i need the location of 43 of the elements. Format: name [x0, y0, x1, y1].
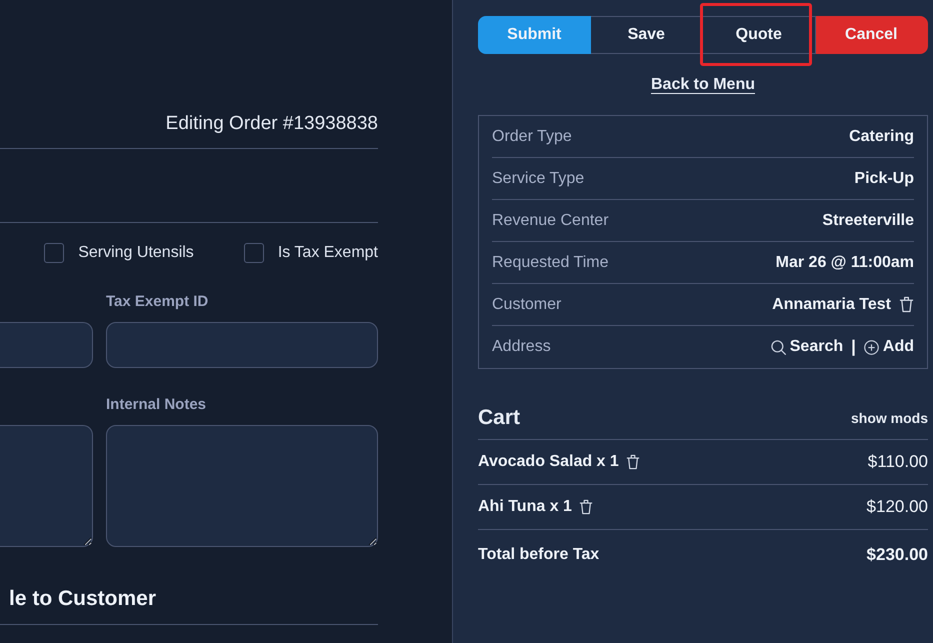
show-mods-link[interactable]: show mods [850, 410, 928, 426]
section-heading: le to Customer [9, 587, 156, 610]
add-link[interactable]: Add [864, 338, 914, 356]
trash-icon[interactable] [899, 296, 914, 313]
text-area[interactable] [0, 425, 93, 547]
plus-circle-icon [864, 340, 879, 354]
detail-label: Customer [492, 296, 562, 314]
field-label: Internal Notes [106, 396, 206, 413]
checkbox-label[interactable]: Is Tax Exempt [278, 243, 378, 263]
checkbox[interactable] [244, 243, 264, 263]
detail-value: Pick-Up [854, 170, 914, 188]
back-to-menu-link[interactable]: Back to Menu [650, 75, 755, 95]
cart-item-name: Avocado Salad x 1 [478, 453, 619, 471]
detail-label: Requested Time [492, 254, 609, 272]
total-label: Total before Tax [478, 546, 600, 564]
total-amount: $230.00 [866, 545, 928, 565]
search-icon [770, 340, 786, 354]
trash-icon[interactable] [578, 499, 593, 515]
detail-label: Address [492, 338, 551, 356]
link-separator: | [851, 337, 856, 357]
detail-value: Catering [849, 128, 914, 146]
detail-label: Order Type [492, 128, 572, 146]
cart-item-price: $120.00 [866, 497, 928, 517]
field-label: Tax Exempt ID [106, 293, 208, 310]
search-link[interactable]: Search [770, 338, 844, 356]
cart-item-price: $110.00 [868, 452, 928, 472]
text-input[interactable] [106, 322, 378, 368]
save-button[interactable]: Save [590, 16, 703, 54]
detail-value: Streeterville [822, 212, 914, 230]
customer-name: Annamaria Test [772, 296, 891, 314]
cart-title: Cart [478, 405, 520, 431]
detail-value: Mar 26 @ 11:00am [776, 254, 914, 272]
order-title: Editing Order #13938838 [166, 112, 378, 136]
trash-icon[interactable] [626, 454, 640, 470]
checkbox[interactable] [44, 243, 64, 263]
text-area[interactable] [106, 425, 378, 547]
quote-button[interactable]: Quote [703, 16, 816, 54]
detail-label: Revenue Center [492, 212, 609, 230]
cart-item-name: Ahi Tuna x 1 [478, 498, 572, 516]
detail-label: Service Type [492, 170, 584, 188]
text-input[interactable] [0, 322, 93, 368]
checkbox-label[interactable]: Serving Utensils [78, 243, 194, 263]
cancel-button[interactable]: Cancel [816, 16, 928, 54]
